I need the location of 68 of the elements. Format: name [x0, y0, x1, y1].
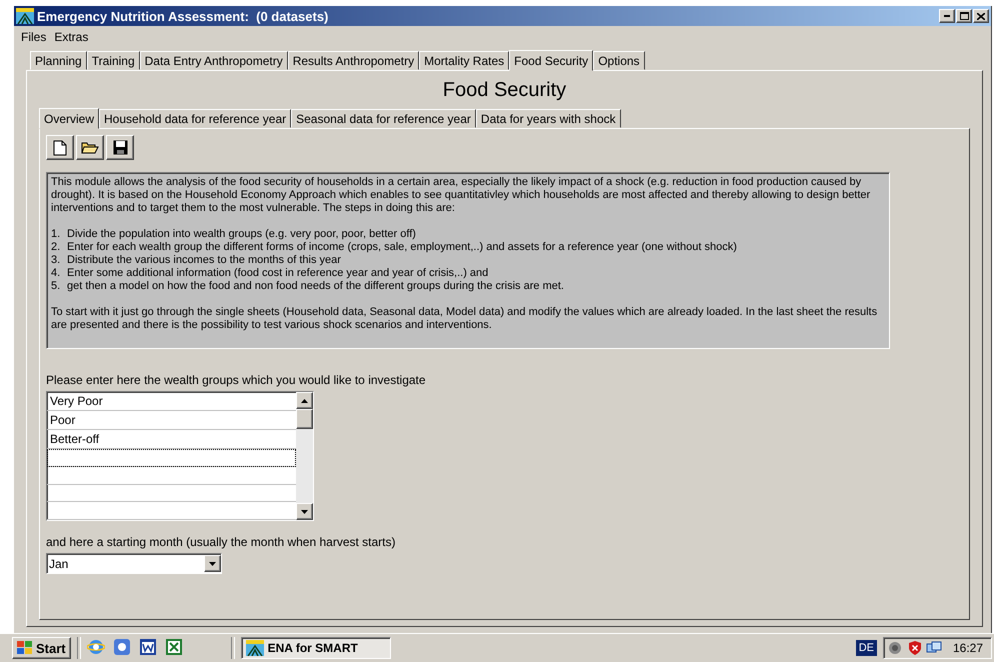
window-title: Emergency Nutrition Assessment: (0 datasets): [37, 8, 328, 24]
tab[interactable]: Options: [593, 51, 645, 70]
new-document-icon: [53, 140, 67, 156]
step-text: Divide the population into wealth groups (e.g. very poor, poor, better off): [67, 228, 416, 241]
up-arrow-icon: [301, 398, 308, 402]
folder-icon: [81, 140, 99, 155]
scrollbar[interactable]: [296, 392, 313, 520]
list-row[interactable]: Very Poor: [47, 392, 296, 411]
menu-item[interactable]: Extras: [51, 30, 92, 44]
windows-flag-icon: [17, 641, 33, 656]
step-text: Distribute the various incomes to the months of this year: [67, 254, 341, 267]
menu-item[interactable]: Files: [18, 30, 50, 44]
close-button[interactable]: [973, 9, 989, 23]
media-icon: [112, 638, 131, 656]
tab[interactable]: Results Anthropometry: [288, 51, 420, 70]
step-number: 5.: [51, 280, 62, 293]
scrollbar-thumb[interactable]: [296, 409, 313, 429]
new-button[interactable]: [46, 135, 74, 160]
step-number: 2.: [51, 241, 62, 254]
close-icon: [977, 12, 985, 20]
step-text: get then a model on how the food and non food needs of the different groups during the crisis are met.: [67, 280, 564, 293]
open-button[interactable]: [76, 135, 104, 160]
language-indicator[interactable]: DE: [856, 640, 877, 656]
tab[interactable]: Seasonal data for reference year: [291, 109, 476, 128]
description-text: To start with it just go through the single sheets (Household data, Seasonal data, Model data) and modify the values which are already loaded. In the last sheet the results are presented and there is the possibility to test various shock scenarios and interventions.: [51, 306, 878, 332]
step-number: 3.: [51, 254, 62, 267]
month-label: and here a starting month (usually the month when harvest starts): [46, 535, 396, 549]
app-logo-icon: [246, 640, 264, 656]
description-text: This module allows the analysis of the food security of households in a certain area, especially the likely impact of a shock (e.g. reduction in food production caused by drought). It is based on the Household Economy Approach which enables to see quantitativley which households are most affected and thereby allowing to design better interventions and to target them to the most vulnerable. The steps in doing this are:: [51, 176, 872, 215]
taskbar-button[interactable]: ENA for SMART: [240, 637, 391, 660]
step-number: 4.: [51, 267, 62, 280]
tab[interactable]: Planning: [30, 51, 87, 70]
page-title: Food Security: [442, 79, 568, 102]
dropdown-button[interactable]: [204, 555, 221, 572]
step-number: 1.: [51, 228, 62, 241]
minimize-button[interactable]: [939, 9, 955, 23]
down-arrow-icon: [301, 510, 308, 514]
tab[interactable]: Data Entry Anthropometry: [140, 51, 288, 70]
speaker-icon: [888, 640, 904, 656]
app-logo-icon: [16, 8, 34, 24]
step-text: Enter for each wealth group the different forms of income (crops, sale, employment,..) and assets for a reference year (one without shock): [67, 241, 737, 254]
save-icon: [112, 140, 128, 155]
globe-e-icon: [86, 638, 105, 656]
list-row[interactable]: [47, 449, 296, 467]
scroll-down-button[interactable]: [296, 503, 313, 520]
tab[interactable]: Food Security: [509, 50, 594, 71]
spreadsheet-icon: [164, 638, 183, 656]
tab[interactable]: Data for years with shock: [476, 109, 621, 128]
document-w-icon: [138, 638, 157, 656]
list-row[interactable]: Better-off: [47, 430, 296, 449]
start-button[interactable]: Start: [12, 637, 71, 660]
tab[interactable]: Household data for reference year: [99, 109, 292, 128]
tab[interactable]: Overview: [39, 108, 100, 129]
down-arrow-icon: [209, 562, 216, 566]
wealth-groups-list[interactable]: Very Poor Poor Better-off: [46, 391, 314, 521]
wealth-groups-label: Please enter here the wealth groups which you would like to investigate: [46, 373, 426, 387]
maximize-button[interactable]: [956, 9, 972, 23]
clock: 16:27: [952, 641, 983, 656]
maximize-icon: [960, 12, 968, 20]
step-text: Enter some additional information (food cost in reference year and year of crisis,..) and: [67, 267, 488, 280]
shield-icon: [906, 640, 923, 656]
list-row[interactable]: Poor: [47, 411, 296, 430]
scroll-up-button[interactable]: [296, 392, 313, 409]
month-dropdown[interactable]: Jan: [46, 553, 222, 574]
minimize-icon: [944, 15, 950, 17]
tab[interactable]: Training: [86, 51, 140, 70]
tab[interactable]: Mortality Rates: [419, 51, 510, 70]
save-button[interactable]: [106, 135, 134, 160]
